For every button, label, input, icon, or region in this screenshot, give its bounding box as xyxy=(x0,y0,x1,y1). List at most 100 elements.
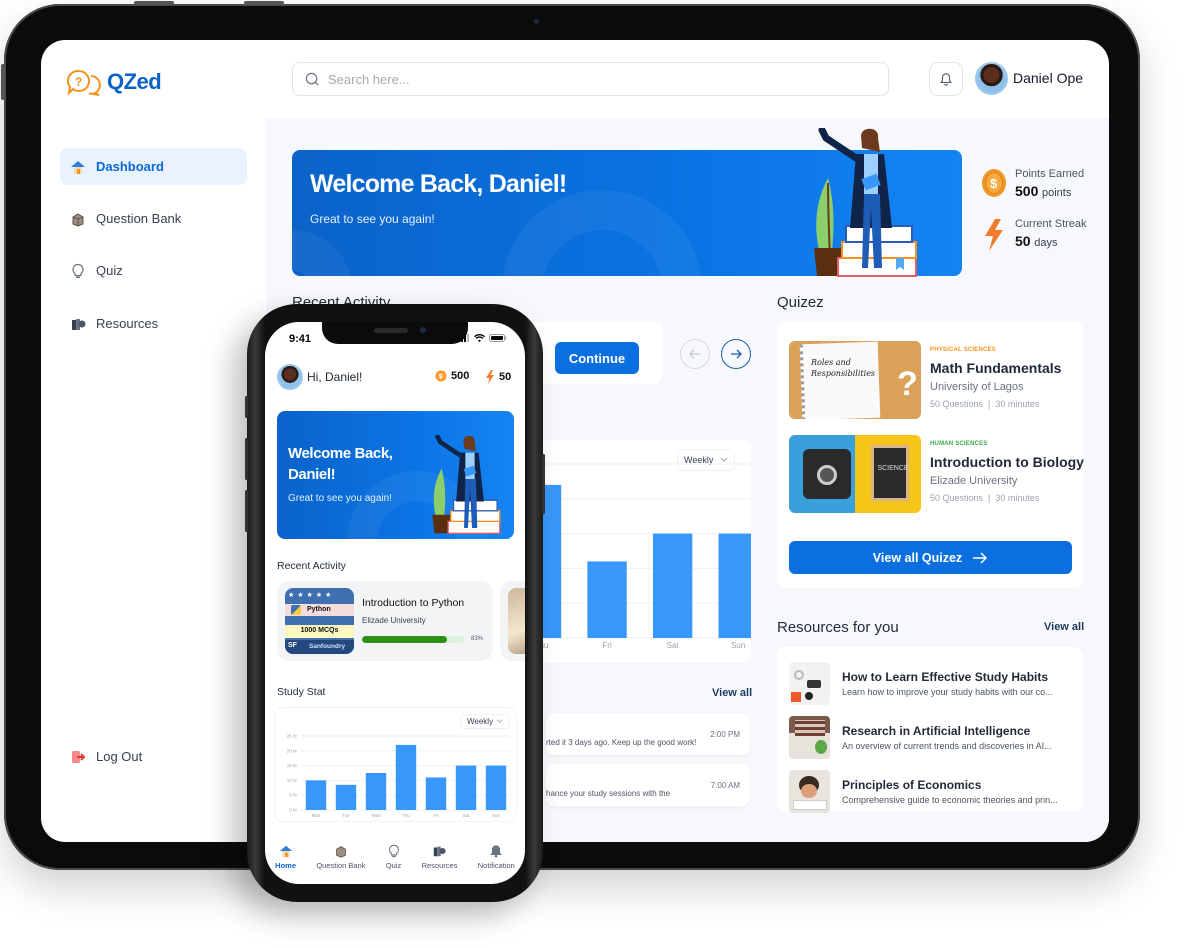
points-label: Points Earned xyxy=(1015,168,1085,180)
previous-button[interactable] xyxy=(680,339,710,369)
bell-icon xyxy=(490,845,502,858)
bar-mon[interactable] xyxy=(305,780,327,810)
bar-fri[interactable] xyxy=(587,561,627,638)
quiz-duration: 30 minutes xyxy=(995,399,1040,409)
bar-sun[interactable] xyxy=(485,765,507,810)
continue-button[interactable]: Continue xyxy=(555,342,639,374)
stars-icon: ★★★★★ xyxy=(288,592,335,599)
y-tick-label: 20 hr xyxy=(287,748,298,753)
x-tick-label: Sat xyxy=(463,813,471,818)
lightbulb-icon xyxy=(388,844,399,858)
phone-points-value: 500 xyxy=(451,370,470,382)
resources-card: How to Learn Effective Study Habits Lear… xyxy=(777,647,1083,814)
quiz-item[interactable]: Roles and Responsibilities ? PHYSICAL SC… xyxy=(789,341,1079,419)
app-name: QZed xyxy=(107,69,162,94)
resource-item[interactable]: Research in Artificial Intelligence An o… xyxy=(789,716,1079,760)
sidebar-item-dashboard[interactable]: Dashboard xyxy=(60,148,247,185)
search-bar[interactable] xyxy=(292,62,889,96)
thumb-badge: SF xyxy=(288,642,297,649)
y-tick-label: 5 hr xyxy=(289,793,297,798)
sidebar-item-quiz[interactable]: Quiz xyxy=(60,252,247,289)
notification-time: 2:00 PM xyxy=(710,730,740,739)
resource-item[interactable]: How to Learn Effective Study Habits Lear… xyxy=(789,662,1079,706)
quizez-title: Quizez xyxy=(777,294,824,311)
bar-wed[interactable] xyxy=(365,773,387,810)
phone-mute-switch xyxy=(245,396,248,418)
banner-decoration xyxy=(292,230,352,276)
x-tick-label: Thu xyxy=(402,813,410,818)
arrow-right-icon xyxy=(973,551,988,564)
nav-quiz[interactable]: Quiz xyxy=(386,844,401,884)
streak-unit: days xyxy=(1034,237,1058,249)
nav-label: Home xyxy=(275,861,296,870)
notification-button[interactable] xyxy=(929,62,963,96)
quiz-thumbnail-text: Roles and Responsibilities xyxy=(811,358,876,378)
streak-label: Current Streak xyxy=(1015,218,1087,230)
resource-description: Learn how to improve your study habits w… xyxy=(842,687,1053,697)
bar-sat[interactable] xyxy=(455,765,477,810)
tablet-power-button xyxy=(134,1,174,5)
phone-user-avatar[interactable] xyxy=(277,364,303,390)
view-all-quizez-button[interactable]: View all Quizez xyxy=(789,541,1072,574)
bar-thu[interactable] xyxy=(395,744,417,810)
logout-icon xyxy=(70,749,86,765)
question-box-icon xyxy=(70,211,86,227)
user-avatar[interactable] xyxy=(975,62,1008,95)
streak-value: 50 xyxy=(1015,233,1031,249)
arrow-left-icon xyxy=(689,349,700,359)
phone-activity-card[interactable] xyxy=(500,581,525,661)
bar-sun[interactable] xyxy=(718,533,751,638)
phone-points-badge: $ 500 xyxy=(435,370,469,382)
notification-text: rted it 3 days ago. Keep up the good wor… xyxy=(546,738,697,747)
thumb-line2: 1000 MCQs xyxy=(285,625,354,638)
sidebar-item-resources[interactable]: Resources xyxy=(60,305,247,342)
bell-icon xyxy=(940,73,952,86)
quiz-duration: 30 minutes xyxy=(995,493,1040,503)
phone-activity-card[interactable]: ★★★★★ Python 1000 MCQs SF Sanfoundry Int… xyxy=(277,581,493,661)
nav-home[interactable]: Home xyxy=(275,844,296,884)
phone-streak-value: 50 xyxy=(499,371,512,383)
search-input[interactable] xyxy=(328,71,848,87)
tablet-screen: ? QZed Dashboard Question Bank Quiz Reso… xyxy=(41,40,1109,842)
bar-tue[interactable] xyxy=(335,784,357,810)
phone-power-button xyxy=(542,454,545,514)
phone-study-stat-card: Weekly 0 hr 5 hr 10 hr 15 hr 20 hr 25 hr Mon Tu… xyxy=(274,707,517,822)
activity-progress-label: 83% xyxy=(471,636,484,642)
x-tick-label: Sun xyxy=(492,813,501,818)
app-logo[interactable]: ? QZed xyxy=(67,68,162,96)
banner-title: Welcome Back, Daniel! xyxy=(310,170,567,198)
books-icon xyxy=(70,316,86,332)
sidebar-item-question-bank[interactable]: Question Bank xyxy=(60,200,247,237)
arrow-right-icon xyxy=(731,349,742,359)
nav-resources[interactable]: Resources xyxy=(421,844,458,884)
bar-fri[interactable] xyxy=(425,777,447,810)
notification-item[interactable]: rted it 3 days ago. Keep up the good wor… xyxy=(546,713,750,755)
x-tick-label: Tue xyxy=(342,813,350,818)
quiz-item[interactable]: SCIENCE HUMAN SCIENCES Introduction to B… xyxy=(789,435,1084,513)
nav-label: Resources xyxy=(421,861,458,870)
tablet-side-button xyxy=(1,64,5,100)
resources-view-all-link[interactable]: View all xyxy=(1044,621,1084,633)
bar-sat[interactable] xyxy=(652,533,693,638)
quiz-university: Elizade University xyxy=(930,475,1018,487)
nav-notification[interactable]: Notification xyxy=(478,844,515,884)
sidebar-item-label: Resources xyxy=(96,316,159,331)
points-earned-stat: $ Points Earned 500 points xyxy=(981,168,1084,199)
home-icon xyxy=(70,159,86,175)
notifications-view-all-link[interactable]: View all xyxy=(712,687,752,699)
lightbulb-icon xyxy=(70,263,86,279)
status-bar-time: 9:41 xyxy=(289,333,312,345)
quiz-meta: 50 Questions | 30 minutes xyxy=(930,399,1040,409)
nav-question-bank[interactable]: Question Bank xyxy=(316,844,366,884)
home-icon xyxy=(279,845,292,858)
logout-button[interactable]: Log Out xyxy=(60,738,247,775)
user-name[interactable]: Daniel Ope xyxy=(1013,70,1083,86)
phone-screen: 9:41 Hi, Daniel! $ 500 50 Welcome Back, … xyxy=(265,322,525,884)
resource-thumbnail xyxy=(789,662,830,705)
next-button[interactable] xyxy=(721,339,751,369)
notification-item[interactable]: hance your study sessions with the 7:00 … xyxy=(546,764,750,806)
phone-banner-subtitle: Great to see you again! xyxy=(288,493,392,504)
nav-label: Notification xyxy=(477,861,515,870)
resource-item[interactable]: Principles of Economics Comprehensive gu… xyxy=(789,770,1079,814)
resource-thumbnail xyxy=(789,716,830,759)
